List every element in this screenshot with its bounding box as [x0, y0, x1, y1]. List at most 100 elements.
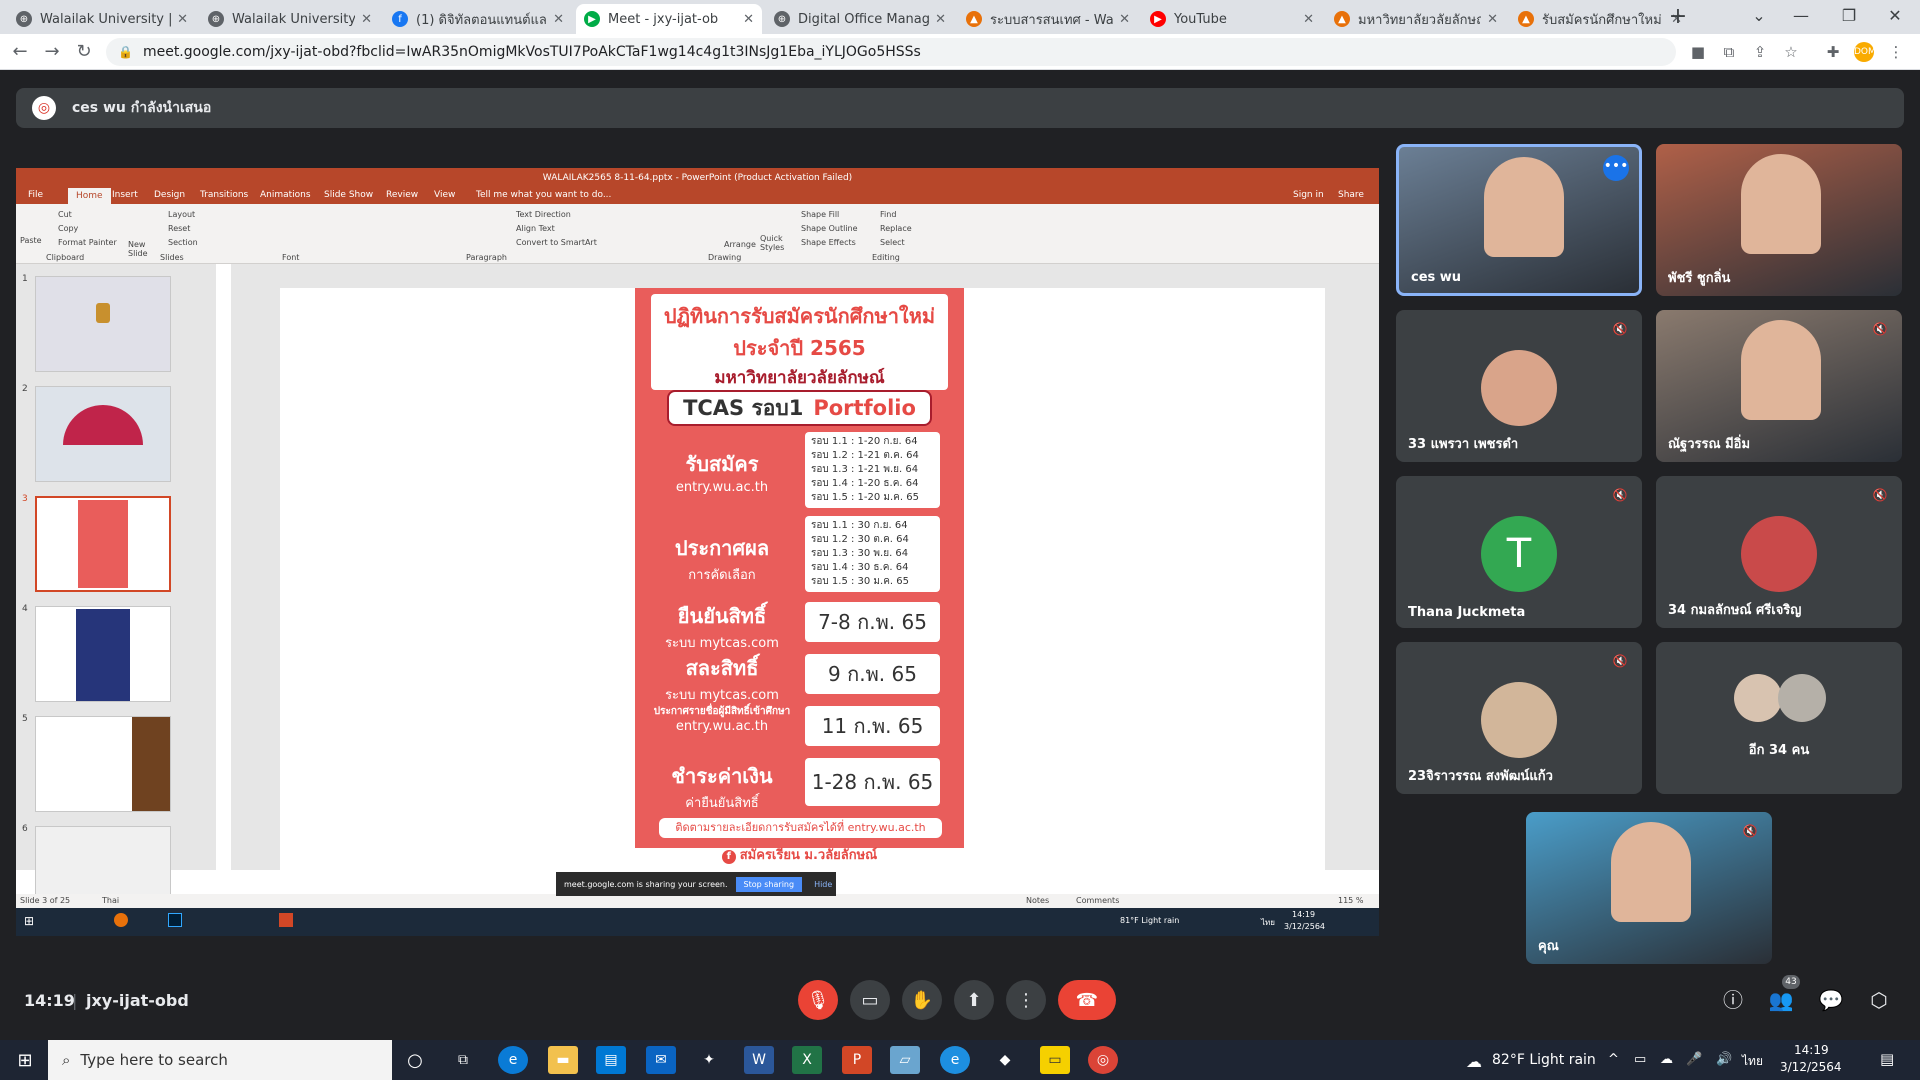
comments-button[interactable]: Comments	[1076, 896, 1119, 905]
tab-3[interactable]: f (1) ดิจิทัลตอนแทนต์และดิ ✕	[384, 4, 572, 34]
new-slide-button[interactable]: New Slide	[128, 240, 158, 258]
tab-close-icon[interactable]: ✕	[177, 12, 188, 27]
extensions-icon[interactable]: ✚	[1823, 42, 1843, 62]
cortana-icon[interactable]: ○	[400, 1046, 430, 1074]
edge-icon[interactable]: e	[498, 1046, 528, 1074]
convert-smartart-button[interactable]: Convert to SmartArt	[516, 238, 597, 247]
sticky-notes-icon[interactable]: ▭	[1040, 1046, 1070, 1074]
ppt-menu-slideshow[interactable]: Slide Show	[324, 190, 373, 200]
tab-close-icon[interactable]: ✕	[553, 12, 564, 27]
slide-thumb-3[interactable]	[35, 496, 171, 592]
tab-2[interactable]: ⊕ Walailak University | A ✕	[200, 4, 380, 34]
tab-1[interactable]: ⊕ Walailak University | A ✕	[8, 4, 196, 34]
slide-thumb-4[interactable]	[35, 606, 171, 702]
ppt-menu-home[interactable]: Home	[68, 188, 111, 204]
notification-icon[interactable]: ▤	[1880, 1050, 1894, 1068]
tray-chevron-icon[interactable]: ^	[1608, 1052, 1619, 1067]
paste-button[interactable]: Paste	[20, 236, 42, 245]
ppt-menu-animations[interactable]: Animations	[260, 190, 311, 200]
participant-tile[interactable]: 🔇 23จิราวรรณ สงพัฒน์แก้ว	[1396, 642, 1642, 794]
layout-button[interactable]: Layout	[168, 210, 195, 219]
start-icon[interactable]: ⊞	[10, 1046, 40, 1074]
copy-button[interactable]: Copy	[58, 224, 78, 233]
slide-thumb-1[interactable]	[35, 276, 171, 372]
tab-close-icon[interactable]: ✕	[1303, 12, 1314, 27]
participant-tile[interactable]: พัชรี ชูกลิ่น	[1656, 144, 1902, 296]
ppt-share[interactable]: Share	[1338, 190, 1364, 200]
leave-call-button[interactable]: ☎	[1058, 980, 1116, 1020]
ppt-menu-review[interactable]: Review	[386, 190, 418, 200]
new-tab-button[interactable]: +	[1664, 4, 1692, 32]
file-explorer-icon[interactable]: ▬	[548, 1046, 578, 1074]
ppt-tell-me[interactable]: Tell me what you want to do...	[476, 190, 611, 200]
tab-6[interactable]: ▲ ระบบสารสนเทศ - Walail ✕	[958, 4, 1138, 34]
minimize-button[interactable]: —	[1778, 2, 1824, 30]
more-options-icon[interactable]: ⋮	[1006, 980, 1046, 1020]
chrome-menu-icon[interactable]: ⋮	[1886, 42, 1906, 62]
chrome-taskbar-icon[interactable]: ◎	[1088, 1046, 1118, 1074]
back-icon[interactable]: ←	[6, 38, 34, 66]
stop-sharing-button[interactable]: Stop sharing	[735, 876, 803, 892]
taskbar-search[interactable]: ⌕ Type here to search	[48, 1040, 392, 1080]
app-icon[interactable]: ✦	[694, 1046, 724, 1074]
select-button[interactable]: Select	[880, 238, 905, 247]
zoom-level[interactable]: 115 %	[1338, 896, 1363, 905]
meeting-details-icon[interactable]: ⓘ	[1718, 985, 1748, 1015]
onedrive-icon[interactable]: ☁	[1660, 1052, 1673, 1067]
tab-close-icon[interactable]: ✕	[361, 12, 372, 27]
tab-close-icon[interactable]: ✕	[1119, 12, 1130, 27]
hide-sharing-button[interactable]: Hide	[814, 880, 832, 889]
notes-app-icon[interactable]: ▱	[890, 1046, 920, 1074]
profile-avatar[interactable]: DOM	[1854, 42, 1876, 62]
tab-close-icon[interactable]: ✕	[743, 12, 754, 27]
tab-4[interactable]: ▶ Meet - jxy-ijat-ob ✕	[576, 4, 762, 34]
ie-icon[interactable]: e	[940, 1046, 970, 1074]
mic-tray-icon[interactable]: 🎤	[1686, 1052, 1702, 1067]
forward-icon[interactable]: →	[38, 38, 66, 66]
bookmark-star-icon[interactable]: ☆	[1781, 42, 1801, 62]
reset-button[interactable]: Reset	[168, 224, 190, 233]
participant-tile[interactable]: 🔇 ณัฐวรรณ มีอิ่ม	[1656, 310, 1902, 462]
word-icon[interactable]: W	[744, 1046, 774, 1074]
people-icon[interactable]: 👥	[1766, 985, 1796, 1015]
chat-icon[interactable]: 💬	[1816, 985, 1846, 1015]
ppt-menu-design[interactable]: Design	[154, 190, 185, 200]
restore-button[interactable]: ❐	[1826, 2, 1872, 30]
task-view-icon[interactable]: ⧉	[448, 1046, 478, 1074]
tab-8[interactable]: ▲ มหาวิทยาลัยวลัยลักษณ์ ✕	[1326, 4, 1506, 34]
ppt-menu-view[interactable]: View	[434, 190, 455, 200]
tab-close-icon[interactable]: ✕	[935, 12, 946, 27]
input-language[interactable]: ไทย	[1742, 1052, 1763, 1071]
taskbar-weather[interactable]: 82°F Light rain	[1492, 1052, 1596, 1068]
quick-styles-button[interactable]: Quick Styles	[760, 234, 790, 252]
network-icon[interactable]: ▭	[1634, 1052, 1646, 1067]
text-direction-button[interactable]: Text Direction	[516, 210, 571, 219]
ppt-menu-file[interactable]: File	[28, 190, 43, 200]
mail-icon[interactable]: ✉	[646, 1046, 676, 1074]
replace-button[interactable]: Replace	[880, 224, 912, 233]
tab-close-icon[interactable]: ✕	[1487, 12, 1498, 27]
shape-fill-button[interactable]: Shape Fill	[801, 210, 839, 219]
powerpoint-icon[interactable]: P	[842, 1046, 872, 1074]
clock-time[interactable]: 14:19	[1794, 1043, 1829, 1057]
ppt-menu-insert[interactable]: Insert	[112, 190, 138, 200]
translate-icon[interactable]: ⧉	[1719, 42, 1739, 62]
slide-thumb-2[interactable]	[35, 386, 171, 482]
weather-icon[interactable]: ☁	[1466, 1052, 1482, 1071]
arrange-button[interactable]: Arrange	[724, 240, 756, 249]
participant-tile[interactable]: 🔇 คุณ	[1526, 812, 1772, 964]
ppt-sign-in[interactable]: Sign in	[1293, 190, 1324, 200]
shape-effects-button[interactable]: Shape Effects	[801, 238, 856, 247]
share-page-icon[interactable]: ⇪	[1750, 42, 1770, 62]
align-text-button[interactable]: Align Text	[516, 224, 555, 233]
participant-tile[interactable]: อีก 34 คน	[1656, 642, 1902, 794]
participant-tile[interactable]: 🔇 33 แพรวา เพชรดำ	[1396, 310, 1642, 462]
participant-tile[interactable]: T 🔇 Thana Juckmeta	[1396, 476, 1642, 628]
reload-icon[interactable]: ↻	[70, 38, 98, 66]
store-icon[interactable]: ▤	[596, 1046, 626, 1074]
ppt-menu-transitions[interactable]: Transitions	[200, 190, 248, 200]
section-button[interactable]: Section	[168, 238, 198, 247]
cut-button[interactable]: Cut	[58, 210, 72, 219]
mic-off-icon[interactable]: 🎙	[798, 980, 838, 1020]
tab-7[interactable]: ▶ YouTube ✕	[1142, 4, 1322, 34]
